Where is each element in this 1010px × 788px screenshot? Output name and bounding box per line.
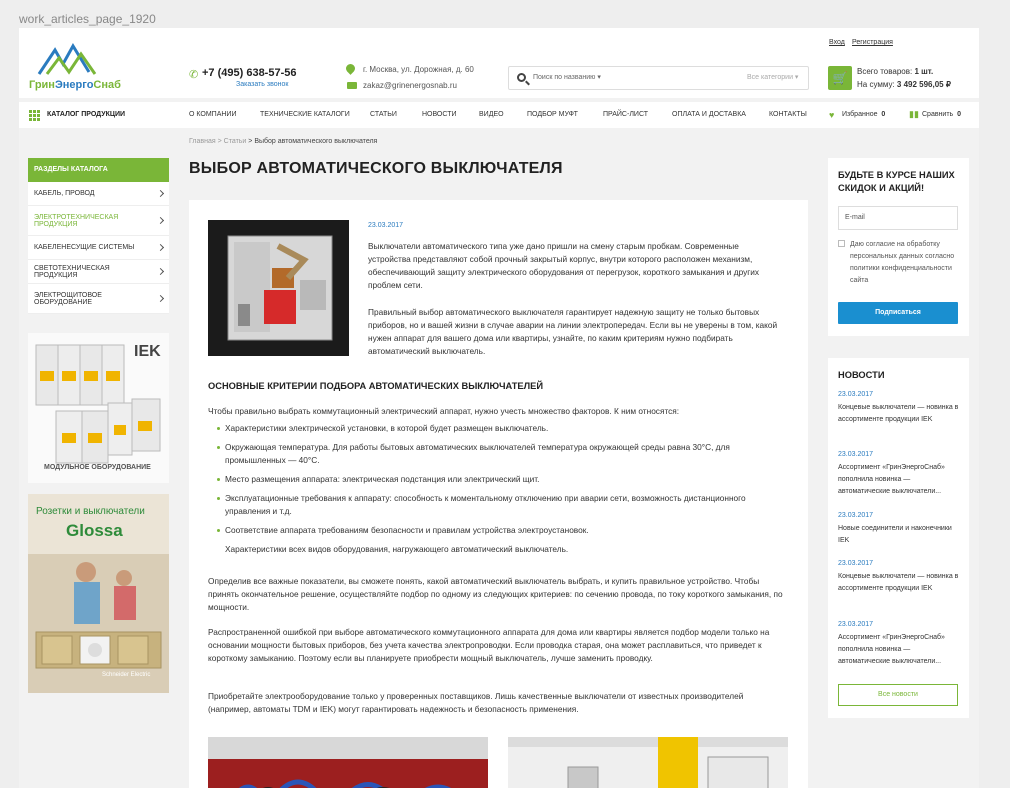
list-item: Характеристики электрической установки, … <box>217 422 777 435</box>
catalog-sidebar: РАЗДЕЛЫ КАТАЛОГА КАБЕЛЬ, ПРОВОД ЭЛЕКТРОТ… <box>28 158 169 314</box>
article-date: 23.03.2017 <box>368 222 404 229</box>
wires-image <box>208 737 488 788</box>
nav-item-pricelist[interactable]: ПРАЙС-ЛИСТ <box>603 111 648 118</box>
subscribe-title: БУДЬТЕ В КУРСЕ НАШИХ СКИДОК И АКЦИЙ! <box>838 170 955 193</box>
breaker-image <box>208 220 349 356</box>
heart-icon[interactable]: ♥ <box>829 110 834 120</box>
cart-count[interactable]: Всего товаров: 1 шт. <box>857 67 933 76</box>
logo-text[interactable]: ГринЭнергоСнаб <box>29 79 121 91</box>
phone-icon: ✆ <box>189 69 199 81</box>
compare-link[interactable]: Сравнить 0 <box>922 111 961 118</box>
banner-glossa[interactable]: Розетки и выключатели Glossa Schneider E… <box>28 494 169 693</box>
nav-item-tech-catalogs[interactable]: ТЕХНИЧЕСКИЕ КАТАЛОГИ <box>260 111 350 118</box>
schneider-logo: Schneider Electric <box>102 672 151 678</box>
sidebar-title: РАЗДЕЛЫ КАТАЛОГА <box>28 158 169 182</box>
nav-item-couplings[interactable]: ПОДБОР МУФТ <box>527 111 578 118</box>
banner-caption: МОДУЛЬНОЕ ОБОРУДОВАНИЕ <box>44 464 151 471</box>
article-paragraph-2: Правильный выбор автоматического выключа… <box>368 307 778 356</box>
news-title: НОВОСТИ <box>838 370 885 380</box>
favorites-link[interactable]: Избранное 0 <box>842 111 885 118</box>
address: г. Москва, ул. Дорожная, д. 60 <box>363 65 474 74</box>
breadcrumb: Главная > Статьи > Выбор автоматического… <box>189 138 378 145</box>
article-paragraph-3: Определив все важные показатели, вы смож… <box>208 576 783 612</box>
nav-item-contacts[interactable]: КОНТАКТЫ <box>769 111 807 118</box>
search-category-select[interactable]: Все категории ▾ <box>747 73 798 81</box>
main-nav: КАТАЛОГ ПРОДУКЦИИ О КОМПАНИИ ТЕХНИЧЕСКИЕ… <box>19 102 979 128</box>
cart-sum[interactable]: На сумму: 3 492 596,05 ₽ <box>857 80 951 89</box>
search-box[interactable]: Поиск по названию ▾ Все категории ▾ <box>508 66 809 90</box>
sidebar-item-switchboard[interactable]: ЭЛЕКТРОЩИТОВОЕ ОБОРУДОВАНИЕ <box>28 284 169 314</box>
banner-line-1: Розетки и выключатели <box>36 506 145 517</box>
phone-number[interactable]: +7 (495) 638-57-56 <box>202 67 296 79</box>
chevron-right-icon <box>156 243 165 251</box>
breadcrumb-current: > Выбор автоматического выключателя <box>248 138 378 145</box>
consent-text: Даю согласие на обработку персональных д… <box>850 241 955 284</box>
article-paragraph-5: Приобретайте электрооборудование только … <box>208 691 744 714</box>
article-paragraph-4: Распространенной ошибкой при выборе авто… <box>208 627 770 663</box>
criteria-list: Характеристики электрической установки, … <box>217 422 777 562</box>
article-subheading: ОСНОВНЫЕ КРИТЕРИИ ПОДБОРА АВТОМАТИЧЕСКИХ… <box>208 381 544 391</box>
sidebar-item-cable-systems[interactable]: КАБЕЛЕНЕСУЩИЕ СИСТЕМЫ <box>28 236 169 260</box>
breadcrumb-articles[interactable]: Статьи <box>224 138 247 145</box>
sidebar-item-electrotech[interactable]: ЭЛЕКТРОТЕХНИЧЕСКАЯ ПРОДУКЦИЯ <box>28 206 169 236</box>
news-widget: НОВОСТИ 23.03.2017 Концевые выключатели … <box>828 358 969 718</box>
banner-iek[interactable]: IEK МОДУЛЬНОЕ ОБОРУДОВАНИЕ <box>28 333 169 483</box>
news-item[interactable]: 23.03.2017 Концевые выключатели — новинк… <box>838 560 963 595</box>
sidebar-item-cable[interactable]: КАБЕЛЬ, ПРОВОД <box>28 182 169 206</box>
article-paragraph-1: Выключатели автоматического типа уже дан… <box>368 241 760 290</box>
news-item[interactable]: 23.03.2017 Концевые выключатели — новинк… <box>838 391 963 426</box>
nav-item-about[interactable]: О КОМПАНИИ <box>189 111 236 118</box>
nav-item-payment-delivery[interactable]: ОПЛАТА И ДОСТАВКА <box>672 111 746 118</box>
breadcrumb-home[interactable]: Главная <box>189 138 216 145</box>
subscribe-widget: БУДЬТЕ В КУРСЕ НАШИХ СКИДОК И АКЦИЙ! E-m… <box>828 158 969 336</box>
chevron-right-icon <box>156 216 165 224</box>
chevron-right-icon <box>156 294 165 302</box>
iek-logo: IEK <box>134 343 161 360</box>
news-item[interactable]: 23.03.2017 Ассортимент «ГринЭнергоСнаб» … <box>838 621 963 668</box>
article-card: 23.03.2017 Выключатели автоматического т… <box>189 200 808 788</box>
compare-icon[interactable]: ▮▮ <box>909 109 919 120</box>
news-item[interactable]: 23.03.2017 Ассортимент «ГринЭнергоСнаб» … <box>838 451 963 498</box>
list-item: Эксплуатационные требования к аппарату: … <box>217 492 777 518</box>
subscribe-button[interactable]: Подписаться <box>838 302 958 324</box>
chevron-right-icon <box>156 189 165 197</box>
page-title: ВЫБОР АВТОМАТИЧЕСКОГО ВЫКЛЮЧАТЕЛЯ <box>189 160 563 177</box>
nav-item-news[interactable]: НОВОСТИ <box>422 111 457 118</box>
list-item: Характеристики всех видов оборудования, … <box>225 544 569 554</box>
login-link[interactable]: Вход <box>829 39 845 46</box>
frame-label: work_articles_page_1920 <box>19 12 156 26</box>
cart-icon[interactable]: 🛒 <box>828 66 852 90</box>
grid-icon[interactable] <box>29 110 40 121</box>
sidebar-item-lighting[interactable]: СВЕТОТЕХНИЧЕСКАЯ ПРОДУКЦИЯ <box>28 260 169 284</box>
search-icon[interactable] <box>517 73 526 82</box>
register-link[interactable]: Регистрация <box>852 39 893 46</box>
page: ГринЭнергоСнаб ✆ +7 (495) 638-57-56 Зака… <box>19 28 979 788</box>
article-intro: Чтобы правильно выбрать коммутационный э… <box>208 406 680 416</box>
nav-item-video[interactable]: ВИДЕО <box>479 111 504 118</box>
list-item: Соответствие аппарата требованиям безопа… <box>217 524 777 537</box>
list-item: Место размещения аппарата: электрическая… <box>217 473 777 486</box>
callback-link[interactable]: Заказать звонок <box>236 81 288 88</box>
consent-checkbox[interactable] <box>838 240 845 247</box>
news-item[interactable]: 23.03.2017 Новые соединители и наконечни… <box>838 512 963 547</box>
yellow-breaker-image <box>508 737 788 788</box>
email-link[interactable]: zakaz@grinenergosnab.ru <box>363 81 457 90</box>
catalog-menu-button[interactable]: КАТАЛОГ ПРОДУКЦИИ <box>47 111 125 118</box>
search-input[interactable]: Поиск по названию ▾ <box>533 73 601 81</box>
mail-icon <box>347 82 357 89</box>
list-item: Окружающая температура. Для работы бытов… <box>217 441 777 467</box>
banner-line-2: Glossa <box>66 521 123 540</box>
email-field[interactable]: E-mail <box>838 206 958 230</box>
chevron-right-icon <box>156 267 165 275</box>
nav-item-articles[interactable]: СТАТЬИ <box>370 111 397 118</box>
location-pin-icon <box>344 62 357 75</box>
all-news-button[interactable]: Все новости <box>838 684 958 706</box>
header: ГринЭнергоСнаб ✆ +7 (495) 638-57-56 Зака… <box>19 28 979 98</box>
